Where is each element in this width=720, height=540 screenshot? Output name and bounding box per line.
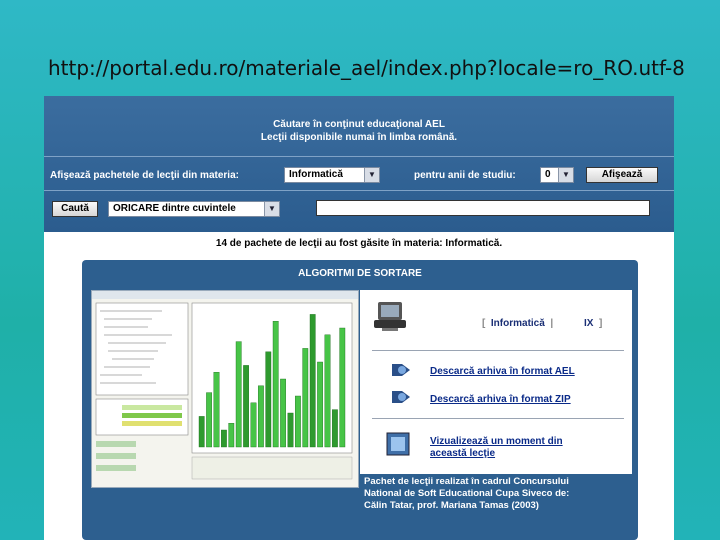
chart-bar	[309, 314, 316, 448]
divider	[372, 350, 624, 351]
chart-bar	[287, 412, 294, 448]
subject-tag: [ Informatică |	[482, 318, 554, 329]
chart-bar	[198, 416, 205, 448]
download-zip-link[interactable]: Descarcă arhiva în format ZIP	[430, 394, 571, 406]
download-icon[interactable]	[390, 387, 414, 411]
subject-select[interactable]: Informatică ▼	[284, 167, 380, 183]
chart-bar	[265, 351, 272, 448]
view-lesson-link[interactable]: Vizualizează un moment din această lecţi…	[430, 436, 563, 460]
description-line1: Pachet de lecţii realizat în cadrul Conc…	[364, 476, 569, 487]
chart-bar	[228, 422, 235, 448]
grade-tag: IX ]	[584, 318, 603, 329]
package-description: Pachet de lecţii realizat în cadrul Conc…	[364, 476, 632, 512]
divider	[372, 418, 624, 419]
download-icon[interactable]	[390, 360, 414, 384]
chart-bar	[317, 361, 323, 448]
browser-page-frame: Căutare în conţinut educaţional AEL Lecţ…	[44, 96, 674, 540]
subject-label: Afişează pachetele de lecţii din materia…	[50, 170, 239, 181]
description-line3: Călin Tatar, prof. Mariana Tamas (2003)	[364, 500, 539, 511]
chart-bar	[250, 402, 257, 448]
package-info: [ Informatică | IX ] Descarcă arhiva în …	[360, 290, 632, 474]
chart-bar	[324, 334, 331, 448]
chart-bar	[257, 385, 264, 448]
chevron-down-icon: ▼	[558, 168, 573, 182]
view-lesson-link-line1: Vizualizează un moment din	[430, 436, 563, 447]
chart-bar	[280, 378, 286, 448]
chevron-down-icon: ▼	[264, 202, 279, 216]
search-input[interactable]	[316, 200, 650, 216]
search-button[interactable]: Caută	[52, 201, 98, 217]
package-title: ALGORITMI DE SORTARE	[298, 268, 422, 279]
search-mode-select[interactable]: ORICARE dintre cuvintele ▼	[108, 201, 280, 217]
preview-icon[interactable]	[386, 432, 410, 460]
divider	[44, 190, 674, 191]
chart-bar	[294, 395, 301, 448]
year-label: pentru anii de studiu:	[414, 170, 516, 181]
show-button[interactable]: Afişează	[586, 167, 658, 183]
chart-bar	[220, 429, 227, 448]
package-card: ALGORITMI DE SORTARE [Informatică | IX …	[82, 260, 638, 540]
chart-bar	[339, 327, 346, 448]
results-count-text: 14 de pachete de lecţii au fost găsite î…	[215, 238, 503, 249]
search-title-line1: Căutare în conţinut educaţional AEL	[273, 119, 445, 130]
chart-bar	[235, 341, 242, 448]
chart-bar	[272, 321, 279, 448]
search-mode-value: ORICARE dintre cuvintele	[113, 203, 236, 214]
chart-bar	[331, 409, 338, 448]
search-header: Căutare în conţinut educaţional AEL Lecţ…	[44, 96, 674, 232]
slide-title-url: http://portal.edu.ro/materiale_ael/index…	[48, 56, 685, 80]
chart-bar	[243, 365, 249, 448]
chevron-down-icon: ▼	[364, 168, 379, 182]
year-select[interactable]: 0 ▼	[540, 167, 574, 183]
results-area: 14 de pachete de lecţii au fost găsite î…	[44, 232, 674, 540]
description-line2: National de Soft Educational Cupa Siveco…	[364, 488, 570, 499]
lesson-screenshot-image	[92, 291, 358, 487]
chart-bar	[213, 371, 220, 448]
year-select-value: 0	[545, 169, 551, 180]
divider	[44, 156, 674, 157]
download-ael-link[interactable]: Descarcă arhiva în format AEL	[430, 366, 575, 378]
search-title-line2: Lecţii disponibile numai în limba română…	[260, 132, 458, 143]
lesson-screenshot	[91, 290, 359, 488]
computer-icon	[372, 300, 408, 336]
chart-bar	[206, 392, 213, 448]
chart-bar	[302, 348, 309, 448]
view-lesson-link-line2: această lecţie	[430, 448, 496, 459]
subject-select-value: Informatică	[289, 169, 343, 180]
search-title: Căutare în conţinut educaţional AEL Lecţ…	[44, 118, 674, 144]
